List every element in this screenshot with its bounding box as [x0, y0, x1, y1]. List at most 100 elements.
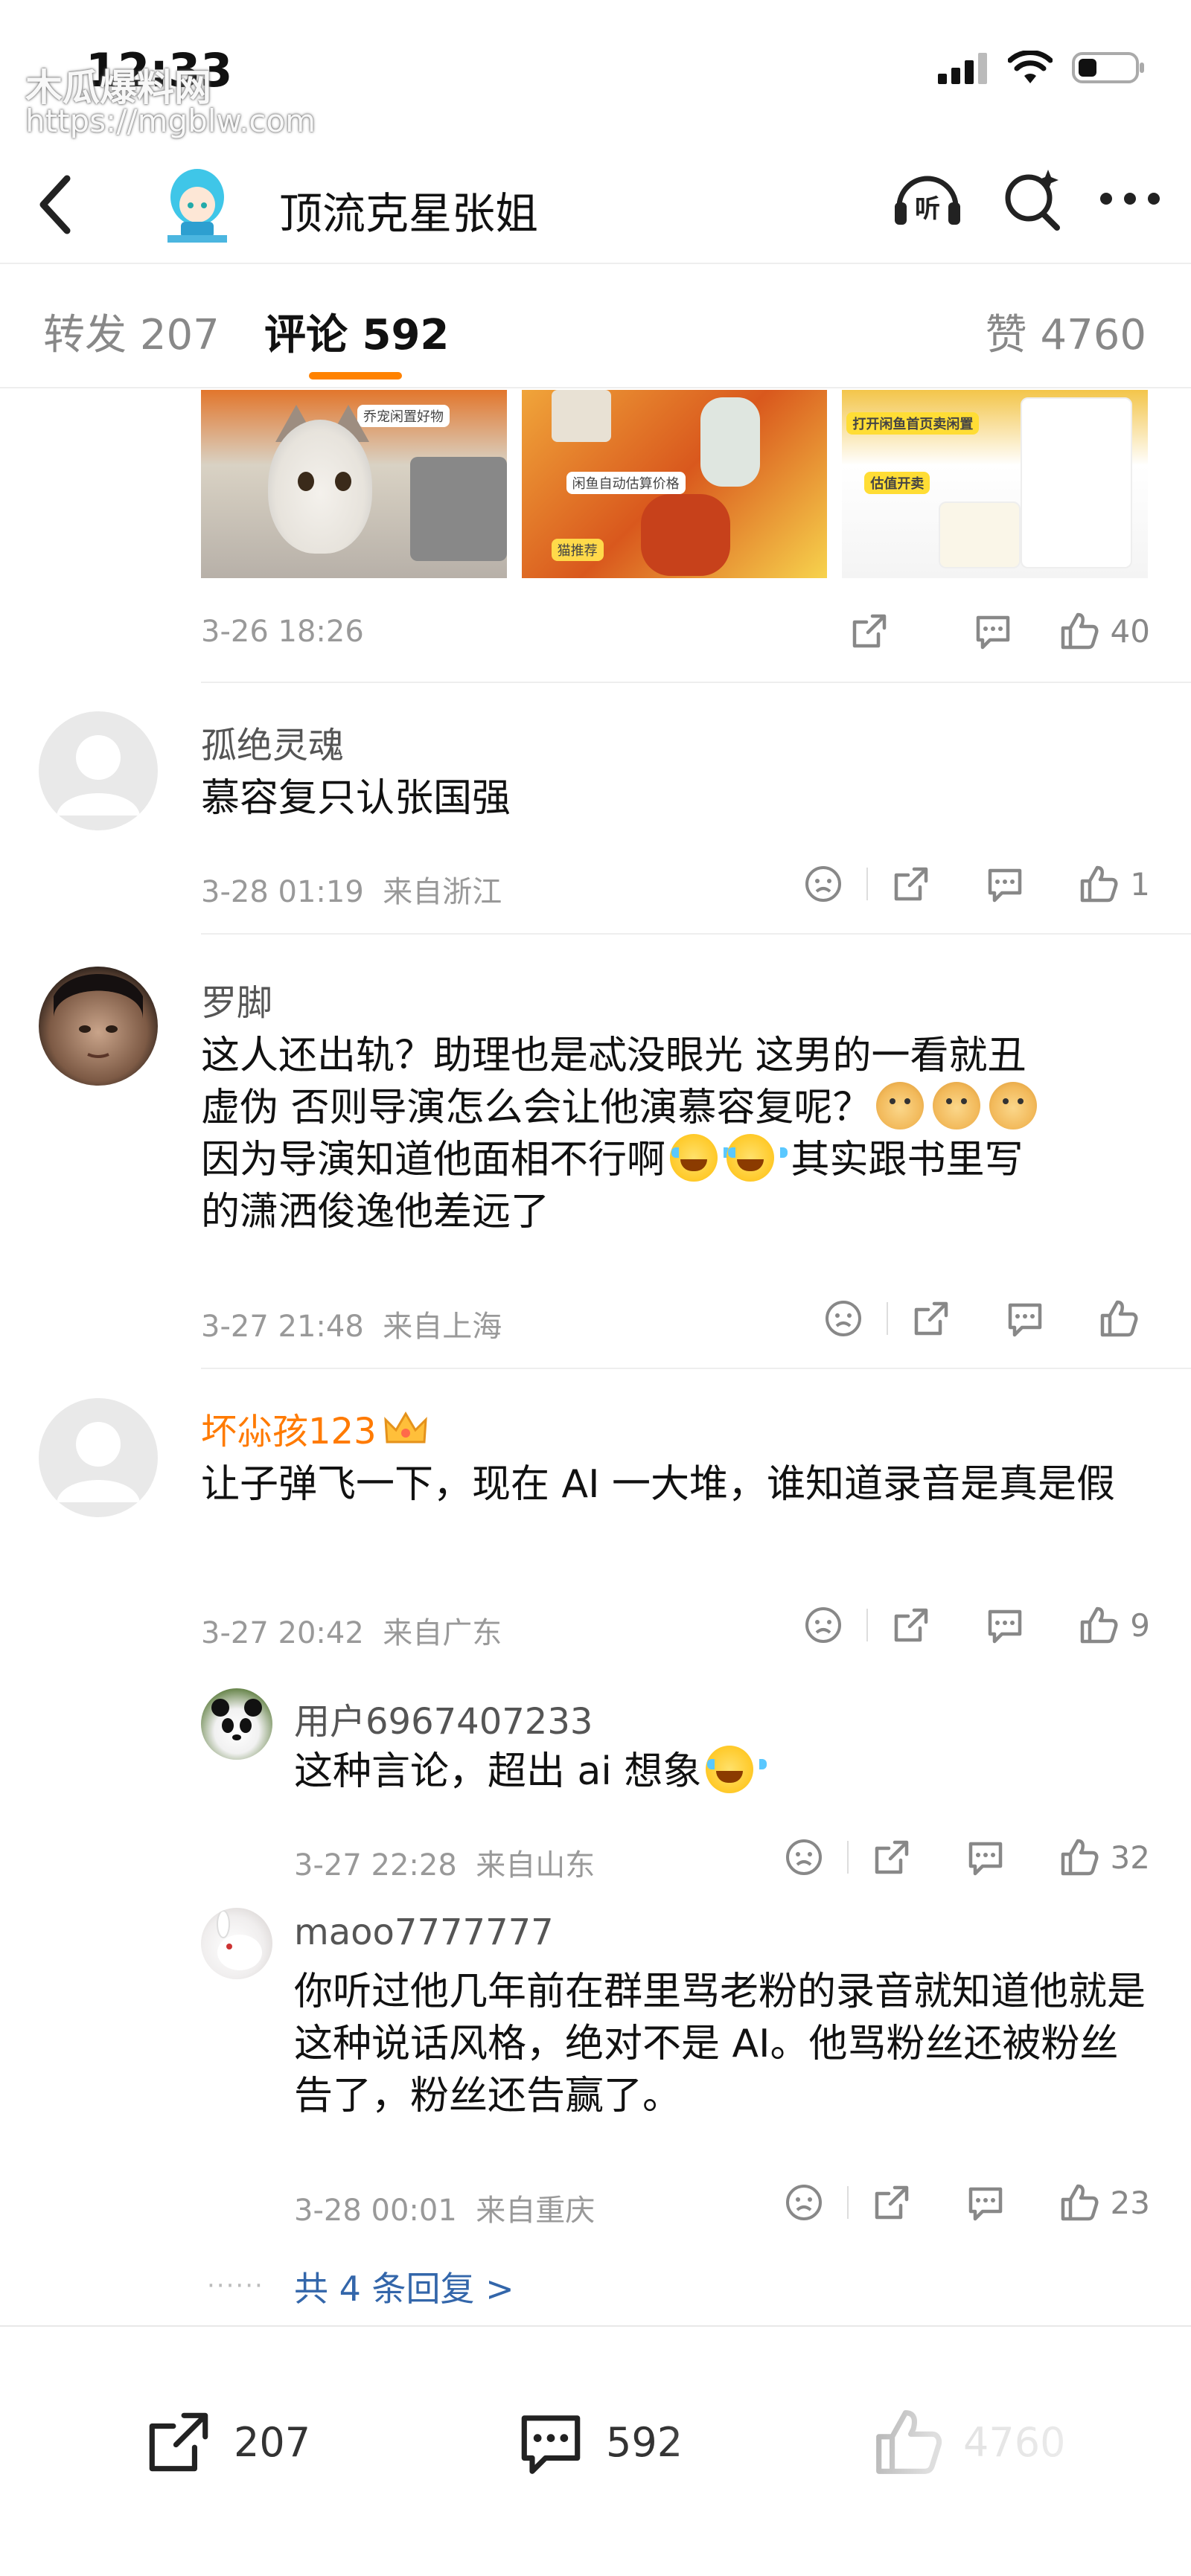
share-button[interactable] [849, 610, 890, 652]
comment-actions: 9 [802, 1604, 1150, 1646]
comment-line: 的潇洒俊逸他差远了 [201, 1190, 550, 1234]
sad-face-icon [785, 2185, 822, 2220]
doge-emoji [875, 1082, 924, 1130]
signal-icon [938, 53, 987, 84]
cat-face [268, 420, 372, 554]
separator [887, 1302, 888, 1335]
reply-avatar[interactable] [201, 1908, 272, 1979]
thumbs-up-icon [1061, 1839, 1099, 1876]
panda-avatar [211, 1699, 262, 1740]
like-button[interactable]: 9 [1078, 1604, 1150, 1646]
image-caption: 闲鱼自动估算价格 [566, 472, 686, 494]
tab-comment[interactable]: 评论 592 [264, 301, 449, 362]
share-icon [149, 2412, 208, 2472]
share-icon [875, 2185, 908, 2220]
listen-icon[interactable]: 听 [890, 165, 965, 232]
reply-button[interactable] [965, 1836, 1006, 1878]
separator [846, 2186, 849, 2219]
comment-feed[interactable]: 乔宠闲置好物 闲鱼自动估算价格 猫推荐 打开闲鱼首页卖闲置 估值开卖 3-26 … [0, 390, 1191, 2325]
like-button[interactable]: 1 [1078, 863, 1150, 905]
user-photo [54, 974, 143, 1058]
share-icon [875, 1840, 908, 1874]
comment-username[interactable]: 罗脚 [201, 973, 272, 1025]
divider [201, 682, 1191, 683]
image-caption: 估值开卖 [864, 472, 930, 494]
reply-button[interactable] [984, 1604, 1026, 1646]
post-image-cat[interactable]: 乔宠闲置好物 [201, 390, 507, 578]
comment-line-text: 因为导演知道他面相不行啊 [201, 1138, 666, 1182]
comment-icon [968, 1842, 1002, 1876]
tab-comment-count: 592 [362, 311, 450, 359]
tab-like[interactable]: 赞 4760 [986, 301, 1146, 362]
reply-button[interactable] [972, 610, 1014, 652]
image-caption: 打开闲鱼首页卖闲置 [846, 412, 980, 435]
dislike-button[interactable] [783, 2182, 825, 2223]
laugh-cry-emoji [706, 1746, 767, 1793]
comment-time: 3-27 21:48 [201, 1310, 364, 1344]
dislike-button[interactable] [802, 863, 844, 905]
reply-username[interactable]: 用户6967407233 [294, 1692, 593, 1744]
back-icon[interactable] [30, 171, 82, 238]
avatar[interactable] [39, 1398, 158, 1517]
share-button[interactable] [890, 863, 932, 905]
more-icon[interactable] [1099, 191, 1161, 206]
rabbit-avatar [217, 1910, 262, 1970]
comment-line: 因为导演知道他面相不行啊 其实跟书里写 [201, 1134, 1154, 1186]
account-avatar[interactable] [160, 164, 234, 246]
laugh-cry-emoji [670, 1134, 732, 1182]
comment-line-text: 虚伪 否则导演怎么会让他演慕容复呢？ [201, 1086, 872, 1130]
avatar[interactable] [39, 711, 158, 830]
tab-forward[interactable]: 转发 207 [43, 301, 220, 362]
comment-username[interactable]: 孤绝灵魂 [201, 716, 344, 768]
share-button[interactable] [910, 1298, 952, 1339]
product-shape [640, 494, 730, 576]
avatar[interactable] [39, 967, 158, 1086]
default-avatar-icon [57, 735, 140, 816]
more-replies-link[interactable]: 共 4 条回复 > [294, 2262, 514, 2311]
post-image-app[interactable]: 打开闲鱼首页卖闲置 估值开卖 [842, 390, 1149, 578]
reply-thread-dots: ······ [207, 2271, 264, 2301]
bottom-action-bar: 207 592 4760 [0, 2325, 1191, 2576]
comment-icon [976, 615, 1009, 650]
doge-emoji [989, 1082, 1037, 1130]
listen-label: 听 [915, 194, 940, 224]
like-button[interactable] [1098, 1298, 1150, 1339]
sad-face-icon [805, 866, 842, 902]
reply-button[interactable] [965, 2182, 1006, 2223]
comment-button[interactable]: 592 [514, 2405, 683, 2479]
thumbs-up-icon [1061, 612, 1099, 650]
share-button[interactable] [871, 1836, 913, 1878]
like-button[interactable]: 40 [1059, 610, 1150, 652]
post-image-product[interactable]: 闲鱼自动估算价格 猫推荐 [521, 390, 828, 578]
reply-button[interactable] [1004, 1298, 1046, 1339]
forward-button[interactable]: 207 [141, 2405, 310, 2479]
battery-icon [1072, 52, 1144, 83]
comment-time: 3-27 20:42 [201, 1616, 364, 1650]
share-button[interactable] [890, 1604, 932, 1646]
dislike-button[interactable] [823, 1298, 864, 1339]
reply-button[interactable] [984, 863, 1026, 905]
reply-location: 来自重庆 [476, 2194, 596, 2228]
comment-icon [989, 1609, 1022, 1644]
dislike-button[interactable] [783, 1836, 825, 1878]
image-caption: 乔宠闲置好物 [357, 405, 450, 427]
sad-face-icon [805, 1607, 842, 1643]
reply-meta: 3-28 00:01 来自重庆 [294, 2186, 595, 2229]
post-images: 乔宠闲置好物 闲鱼自动估算价格 猫推荐 打开闲鱼首页卖闲置 估值开卖 [201, 390, 1149, 578]
comment-meta: 3-27 20:42 来自广东 [201, 1609, 502, 1652]
reply-time: 3-27 22:28 [294, 1848, 457, 1883]
status-bar: 12:33 木瓜爆料网 https://mgblw.com [0, 0, 1191, 141]
search-icon[interactable] [1000, 165, 1063, 232]
like-button[interactable]: 32 [1059, 1836, 1150, 1878]
like-count: 40 [1110, 612, 1150, 650]
share-button[interactable] [871, 2182, 913, 2223]
reply-username[interactable]: maoo7777777 [294, 1912, 554, 1953]
comment-meta: 3-27 21:48 来自上海 [201, 1302, 502, 1345]
dislike-button[interactable] [802, 1604, 844, 1646]
like-button[interactable]: 23 [1059, 2182, 1150, 2223]
divider [201, 1368, 1191, 1369]
comment-username-vip[interactable]: 坏尛孩123 [201, 1402, 429, 1454]
sad-face-icon [785, 1839, 822, 1875]
default-avatar-icon [57, 1422, 140, 1502]
reply-avatar[interactable] [201, 1688, 272, 1760]
